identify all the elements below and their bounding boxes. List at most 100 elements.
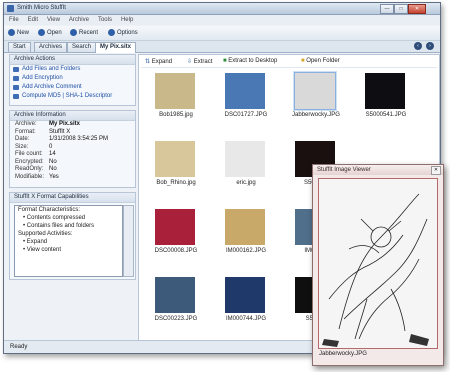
info-row-size: Size: 0 bbox=[15, 143, 53, 150]
compute-md5-label: Compute MD5 | SHA-1 Descriptor bbox=[22, 93, 113, 99]
file-thumbnail bbox=[155, 73, 195, 109]
format-caps-heading: StuffIt X Format Capabilities bbox=[10, 193, 135, 203]
file-name: DSC00223.JPG bbox=[154, 316, 198, 322]
cap-line: • View content bbox=[23, 247, 62, 253]
archive-actions-heading: Archive Actions bbox=[10, 55, 135, 65]
minimize-button[interactable]: — bbox=[380, 4, 394, 14]
file-thumbnail bbox=[155, 141, 195, 177]
extract-desktop-button[interactable]: ■ Extract to Desktop bbox=[223, 58, 277, 64]
checksum-icon bbox=[13, 94, 19, 99]
file-tile[interactable]: DSC00223.JPG bbox=[141, 269, 211, 335]
file-name: IM000744.JPG bbox=[225, 316, 267, 322]
file-tile[interactable]: DSC01727.JPG bbox=[211, 65, 281, 131]
tab-start[interactable]: Start bbox=[8, 42, 31, 52]
file-thumbnail bbox=[155, 277, 195, 313]
tab-search[interactable]: Search bbox=[67, 42, 97, 52]
file-thumbnail bbox=[365, 73, 405, 109]
archive-actions-panel: Archive Actions Add Files and Folders Ad… bbox=[9, 54, 136, 106]
file-thumbnail bbox=[225, 141, 265, 177]
add-encryption-label: Add Encryption bbox=[22, 75, 63, 81]
viewer-image-frame bbox=[318, 178, 438, 349]
file-name: eric.jpg bbox=[236, 180, 256, 186]
cap-line: • Expand bbox=[23, 239, 48, 245]
forward-icon[interactable]: › bbox=[426, 42, 434, 50]
compute-md5-link[interactable]: Compute MD5 | SHA-1 Descriptor bbox=[10, 92, 135, 101]
jabberwocky-illustration bbox=[319, 179, 437, 348]
close-button[interactable]: ✕ bbox=[408, 4, 426, 14]
recent-label: Recent bbox=[79, 30, 99, 37]
open-folder-button[interactable]: ■ Open Folder bbox=[301, 58, 340, 64]
add-files-link[interactable]: Add Files and Folders bbox=[10, 65, 135, 74]
extract-button[interactable]: ⇩ Extract bbox=[187, 58, 212, 65]
expand-button[interactable]: ⇅ Expand bbox=[145, 58, 172, 65]
title-bar: Smith Micro StuffIt — □ ✕ bbox=[4, 3, 440, 15]
file-tile[interactable]: DSC00008.JPG bbox=[141, 201, 211, 267]
folder-icon: ■ bbox=[301, 58, 305, 64]
info-row-format: Format: StuffIt X bbox=[15, 128, 71, 135]
tab-my-pix[interactable]: My Pix.sitx bbox=[95, 42, 137, 53]
image-viewer-window: StuffIt Image Viewer ✕ Jabberwocky.JPG bbox=[312, 164, 444, 366]
file-tile[interactable]: eric.jpg bbox=[211, 133, 281, 199]
open-button[interactable]: Open bbox=[38, 29, 62, 38]
info-row-file-count: File count: 14 bbox=[15, 151, 56, 157]
file-tile[interactable]: IM000744.JPG bbox=[211, 269, 281, 335]
main-toolbar: New Open Recent Options bbox=[4, 26, 440, 41]
file-thumbnail bbox=[225, 209, 265, 245]
recent-button[interactable]: Recent bbox=[70, 29, 98, 38]
file-name: DSC00008.JPG bbox=[154, 248, 198, 254]
open-label: Open bbox=[47, 30, 62, 37]
file-tile[interactable]: S5000541.JPG bbox=[351, 65, 421, 131]
app-icon bbox=[7, 5, 14, 12]
info-row-readonly: ReadOnly: No bbox=[15, 166, 57, 172]
menu-help[interactable]: Help bbox=[116, 15, 137, 23]
desktop-icon: ■ bbox=[223, 58, 227, 64]
menu-tools[interactable]: Tools bbox=[93, 15, 116, 23]
cap-line: Supported Activities: bbox=[18, 231, 73, 237]
info-row-modifiable: Modifiable: Yes bbox=[15, 173, 59, 180]
menu-file[interactable]: File bbox=[4, 15, 23, 23]
options-button[interactable]: Options bbox=[108, 29, 138, 38]
new-label: New bbox=[17, 30, 30, 37]
file-tile-selected[interactable]: Jabberwocky.JPG bbox=[281, 65, 351, 131]
maximize-button[interactable]: □ bbox=[394, 4, 408, 14]
lock-icon bbox=[13, 76, 19, 81]
menu-archive[interactable]: Archive bbox=[64, 15, 93, 23]
file-name: IM000162.JPG bbox=[225, 248, 267, 254]
add-encryption-link[interactable]: Add Encryption bbox=[10, 74, 135, 83]
menu-edit[interactable]: Edit bbox=[23, 15, 42, 23]
recent-icon bbox=[70, 29, 77, 36]
add-files-icon bbox=[13, 67, 19, 72]
add-files-label: Add Files and Folders bbox=[22, 66, 81, 72]
add-comment-label: Add Archive Comment bbox=[22, 84, 82, 90]
info-row-date: Date: 1/31/2008 3:54:25 PM bbox=[15, 136, 109, 142]
file-tile[interactable]: Bob_Rhino.jpg bbox=[141, 133, 211, 199]
file-name: Bob1985.jpg bbox=[159, 112, 193, 118]
format-caps-panel: StuffIt X Format Capabilities Format Cha… bbox=[9, 192, 136, 280]
cap-line: • Contents compressed bbox=[23, 215, 86, 221]
options-icon bbox=[108, 29, 115, 36]
open-icon bbox=[38, 29, 45, 36]
caps-scrollbar[interactable] bbox=[123, 205, 134, 277]
new-button[interactable]: New bbox=[8, 29, 29, 38]
menu-view[interactable]: View bbox=[42, 15, 64, 23]
options-label: Options bbox=[117, 30, 138, 37]
viewer-close-button[interactable]: ✕ bbox=[431, 166, 441, 175]
viewer-title[interactable]: StuffIt Image Viewer bbox=[313, 165, 443, 175]
status-text: Ready bbox=[10, 344, 28, 350]
add-comment-link[interactable]: Add Archive Comment bbox=[10, 83, 135, 92]
file-name: Bob_Rhino.jpg bbox=[156, 180, 196, 186]
window-title: Smith Micro StuffIt bbox=[17, 5, 66, 11]
cap-line: • Contains files and folders bbox=[23, 223, 95, 229]
file-name: Jabberwocky.JPG bbox=[292, 112, 340, 118]
comment-icon bbox=[13, 85, 19, 90]
back-icon[interactable]: ‹ bbox=[414, 42, 422, 50]
file-tile[interactable]: IM000162.JPG bbox=[211, 201, 281, 267]
tab-strip: Start Archives Search My Pix.sitx ‹ › bbox=[4, 41, 440, 53]
file-thumbnail bbox=[155, 209, 195, 245]
archive-info-panel: Archive Information Archive: My Pix.sitx … bbox=[9, 110, 136, 188]
format-caps-list[interactable]: Format Characteristics: • Contents compr… bbox=[14, 205, 123, 277]
file-tile[interactable]: Bob1985.jpg bbox=[141, 65, 211, 131]
file-thumbnail bbox=[225, 73, 265, 109]
info-row-encrypted: Encrypted: No bbox=[15, 158, 57, 165]
tab-archives[interactable]: Archives bbox=[34, 42, 68, 52]
